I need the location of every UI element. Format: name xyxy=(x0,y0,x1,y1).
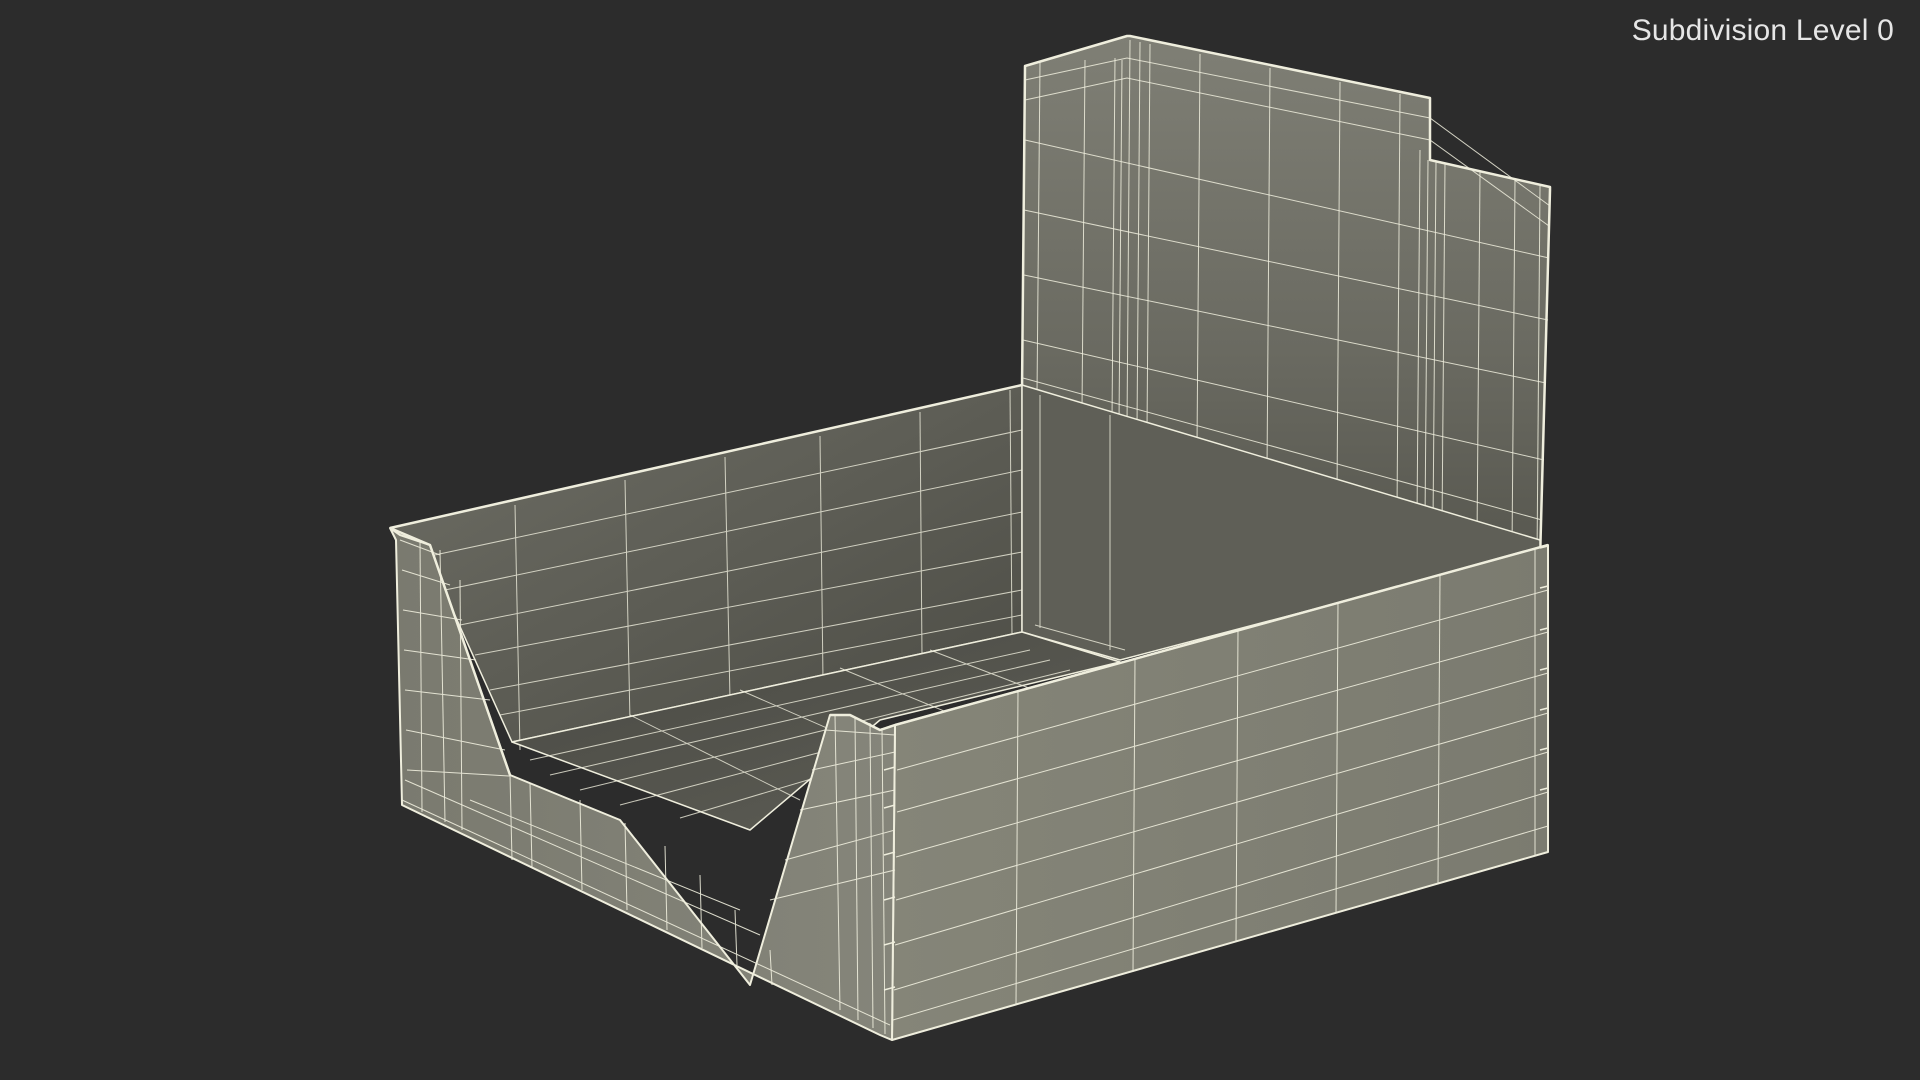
viewport-3d[interactable]: Subdivision Level 0 xyxy=(0,0,1920,1080)
display-box-model xyxy=(389,34,1552,1041)
